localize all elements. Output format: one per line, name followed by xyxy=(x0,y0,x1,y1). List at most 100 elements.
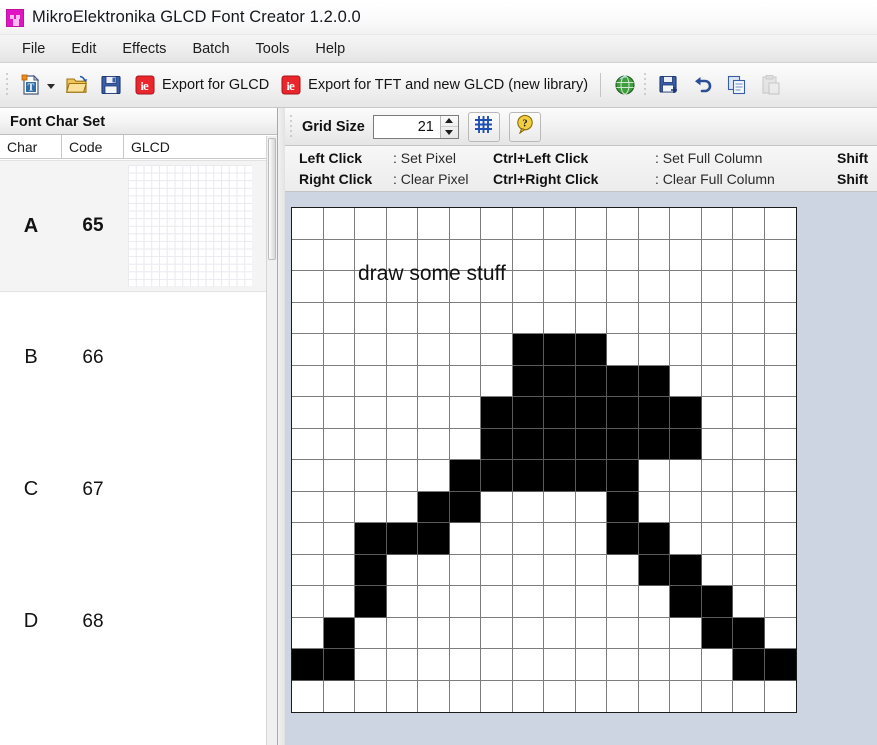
pixel-cell[interactable] xyxy=(575,334,607,366)
pixel-cell[interactable] xyxy=(733,239,765,271)
pixel-cell[interactable] xyxy=(701,523,733,555)
new-font-dropdown-arrow[interactable] xyxy=(47,83,55,89)
pixel-cell[interactable] xyxy=(575,239,607,271)
pixel-cell[interactable] xyxy=(355,397,387,429)
pixel-cell[interactable] xyxy=(323,523,355,555)
pixel-cell[interactable] xyxy=(355,617,387,649)
pixel-cell[interactable] xyxy=(764,554,796,586)
pixel-cell[interactable] xyxy=(607,397,639,429)
pixel-cell[interactable] xyxy=(764,523,796,555)
save-button[interactable] xyxy=(94,68,128,102)
pixel-cell[interactable] xyxy=(481,554,513,586)
pixel-cell[interactable] xyxy=(481,680,513,712)
pixel-cell[interactable] xyxy=(764,428,796,460)
pixel-cell[interactable] xyxy=(323,271,355,303)
pixel-cell[interactable] xyxy=(355,302,387,334)
pixel-cell[interactable] xyxy=(638,680,670,712)
table-row[interactable]: C 67 xyxy=(0,424,266,556)
pixel-cell[interactable] xyxy=(575,208,607,240)
pixel-cell[interactable] xyxy=(481,397,513,429)
pixel-cell[interactable] xyxy=(575,649,607,681)
pixel-cell[interactable] xyxy=(670,271,702,303)
pixel-cell[interactable] xyxy=(764,208,796,240)
pixel-cell[interactable] xyxy=(512,649,544,681)
pixel-cell[interactable] xyxy=(449,302,481,334)
pixel-cell[interactable] xyxy=(449,208,481,240)
pixel-cell[interactable] xyxy=(607,554,639,586)
pixel-cell[interactable] xyxy=(544,239,576,271)
pixel-cell[interactable] xyxy=(449,680,481,712)
pixel-cell[interactable] xyxy=(512,680,544,712)
pixel-cell[interactable] xyxy=(733,208,765,240)
pixel-cell[interactable] xyxy=(670,460,702,492)
pixel-cell[interactable] xyxy=(764,239,796,271)
pixel-cell[interactable] xyxy=(355,208,387,240)
pixel-cell[interactable] xyxy=(323,460,355,492)
pixel-cell[interactable] xyxy=(544,334,576,366)
pixel-cell[interactable] xyxy=(638,302,670,334)
pixel-cell[interactable] xyxy=(418,617,450,649)
pixel-cell[interactable] xyxy=(764,586,796,618)
pixel-cell[interactable] xyxy=(481,302,513,334)
pixel-cell[interactable] xyxy=(418,523,450,555)
pixel-cell[interactable] xyxy=(386,397,418,429)
pixel-cell[interactable] xyxy=(733,523,765,555)
pixel-cell[interactable] xyxy=(607,491,639,523)
pixel-cell[interactable] xyxy=(323,680,355,712)
char-list-scrollbar[interactable] xyxy=(266,136,277,745)
spin-down-button[interactable] xyxy=(441,127,458,138)
row-glcd-preview[interactable] xyxy=(124,556,266,687)
pixel-cell[interactable] xyxy=(386,271,418,303)
pixel-cell[interactable] xyxy=(449,460,481,492)
pixel-cell[interactable] xyxy=(481,586,513,618)
pixel-cell[interactable] xyxy=(418,365,450,397)
pixel-cell[interactable] xyxy=(418,491,450,523)
row-glcd-preview[interactable] xyxy=(124,161,266,291)
pixel-cell[interactable] xyxy=(355,586,387,618)
pixel-cell[interactable] xyxy=(292,365,324,397)
pixel-cell[interactable] xyxy=(323,239,355,271)
pixel-cell[interactable] xyxy=(323,617,355,649)
pixel-cell[interactable] xyxy=(355,649,387,681)
pixel-cell[interactable] xyxy=(575,365,607,397)
pixel-cell[interactable] xyxy=(638,586,670,618)
pixel-cell[interactable] xyxy=(670,649,702,681)
pixel-cell[interactable] xyxy=(449,239,481,271)
column-header-code[interactable]: Code xyxy=(62,135,124,158)
pixel-cell[interactable] xyxy=(418,554,450,586)
pixel-cell[interactable] xyxy=(733,397,765,429)
pixel-cell[interactable] xyxy=(575,586,607,618)
grid-size-spin-buttons[interactable] xyxy=(439,115,458,138)
pixel-cell[interactable] xyxy=(607,365,639,397)
pixel-cell[interactable] xyxy=(449,649,481,681)
pixel-cell[interactable] xyxy=(386,302,418,334)
pixel-cell[interactable] xyxy=(512,239,544,271)
pixel-cell[interactable] xyxy=(481,271,513,303)
pixel-cell[interactable] xyxy=(575,523,607,555)
toolbar-grip[interactable] xyxy=(6,73,10,97)
pixel-cell[interactable] xyxy=(512,334,544,366)
pixel-cell[interactable] xyxy=(764,302,796,334)
pixel-cell[interactable] xyxy=(701,334,733,366)
pixel-cell[interactable] xyxy=(323,491,355,523)
pixel-cell[interactable] xyxy=(386,523,418,555)
pixel-cell[interactable] xyxy=(701,208,733,240)
toolbar-grip-2[interactable] xyxy=(644,73,649,97)
pixel-cell[interactable] xyxy=(292,523,324,555)
pixel-cell[interactable] xyxy=(764,460,796,492)
pixel-cell[interactable] xyxy=(670,523,702,555)
pixel-cell[interactable] xyxy=(764,271,796,303)
pixel-cell[interactable] xyxy=(323,365,355,397)
pixel-cell[interactable] xyxy=(544,365,576,397)
table-row[interactable]: D 68 xyxy=(0,556,266,688)
pixel-cell[interactable] xyxy=(355,460,387,492)
pixel-cell[interactable] xyxy=(607,680,639,712)
pixel-cell[interactable] xyxy=(386,680,418,712)
pixel-cell[interactable] xyxy=(701,617,733,649)
pixel-cell[interactable] xyxy=(575,460,607,492)
export-tft-button[interactable]: i e Export for TFT and new GLCD (new lib… xyxy=(274,68,593,102)
pixel-cell[interactable] xyxy=(670,586,702,618)
grid-size-stepper[interactable] xyxy=(372,114,459,139)
pixel-cell[interactable] xyxy=(670,365,702,397)
globe-button[interactable] xyxy=(608,68,642,102)
